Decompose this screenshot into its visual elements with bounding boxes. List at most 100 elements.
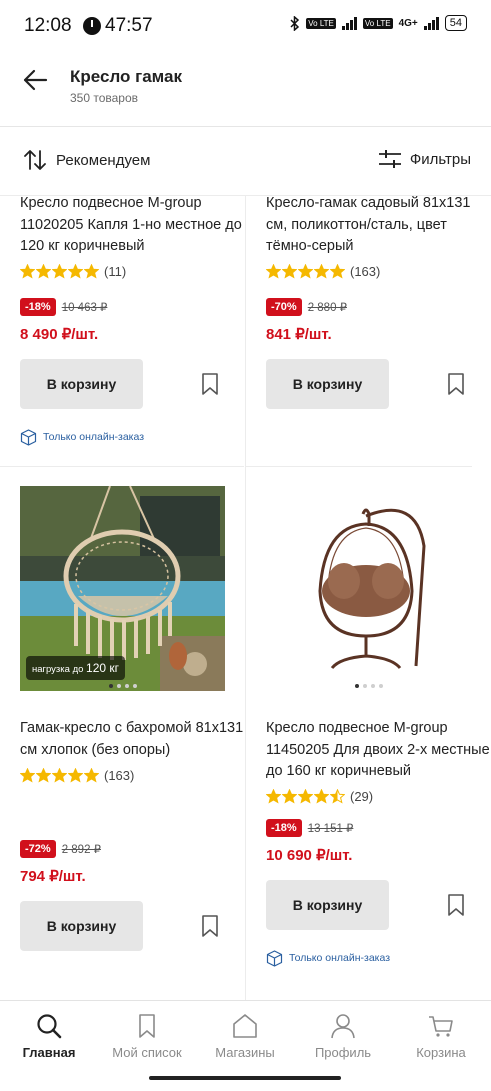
price-unit: ₽/шт.: [49, 868, 86, 885]
price-value: 10 690: [266, 846, 312, 864]
star-icon: [266, 789, 281, 804]
add-to-cart-button[interactable]: В корзину: [20, 901, 143, 951]
bookmark-icon[interactable]: [201, 914, 219, 938]
signal-icon-1: [341, 16, 357, 30]
pager-dot-active: [108, 684, 113, 688]
load-capacity-value: 120 кг: [86, 661, 120, 675]
product-card[interactable]: Кресло-гамак садовый 81x131 см, поликотт…: [266, 193, 491, 409]
price-unit: ₽/шт.: [316, 846, 353, 864]
store-icon: [233, 1014, 257, 1038]
old-price: 2 892 ₽: [61, 844, 101, 856]
cart-icon: [429, 1016, 453, 1037]
nav-label-cart: Корзина: [416, 1045, 466, 1060]
volte-chip-1: Vo LTE: [306, 17, 336, 29]
nav-item-cart[interactable]: Корзина: [396, 1013, 486, 1060]
sort-filter-bar: Рекомендуем Фильтры: [0, 127, 491, 196]
image-pager-dots[interactable]: [20, 684, 225, 688]
product-card[interactable]: нагрузка до 120 кг Гамак-кресло с бахром…: [20, 486, 246, 951]
product-rating: (11): [20, 264, 246, 280]
product-image[interactable]: нагрузка до 120 кг: [20, 486, 225, 691]
rating-count: (29): [350, 789, 374, 804]
rating-stars: [266, 264, 345, 279]
profile-icon: [331, 1014, 355, 1039]
rating-stars: [20, 767, 99, 783]
home-indicator: [149, 1076, 341, 1080]
bookmark-icon[interactable]: [447, 893, 465, 917]
star-icon: [330, 789, 345, 804]
status-timer-value: 47:57: [105, 15, 153, 36]
cart-row: В корзину: [266, 358, 471, 409]
discount-badge: -18%: [20, 297, 56, 316]
pager-dot: [378, 684, 383, 688]
rating-count: (163): [104, 767, 135, 783]
battery-icon: 54: [444, 15, 467, 31]
filter-button[interactable]: Фильтры: [378, 149, 471, 169]
online-only-note: Только онлайн-заказ: [20, 428, 246, 446]
rating-count: (163): [350, 264, 381, 279]
product-name[interactable]: Кресло подвесное M-group 11020205 Капля …: [20, 193, 246, 258]
product-name[interactable]: Гамак-кресло с бахромой 81x131 см хлопок…: [20, 718, 246, 761]
old-price: 13 151 ₽: [307, 822, 354, 835]
old-price: 2 880 ₽: [307, 301, 347, 314]
product-card[interactable]: Кресло подвесное M-group 11450205 Для дв…: [266, 486, 491, 967]
star-icon: [52, 767, 67, 783]
rating-stars: [20, 264, 99, 279]
star-icon: [20, 264, 35, 279]
star-icon: [68, 767, 83, 783]
sort-button[interactable]: Рекомендуем: [24, 149, 150, 171]
hanging-egg-chair-photo: [266, 486, 471, 691]
status-timer: 47:57: [83, 15, 153, 37]
nav-item-home[interactable]: Главная: [4, 1013, 94, 1060]
product-rating: (163): [20, 767, 246, 783]
load-capacity-prefix: нагрузка до: [32, 664, 84, 675]
product-name[interactable]: Кресло-гамак садовый 81x131 см, поликотт…: [266, 193, 491, 258]
product-count: 350 товаров: [70, 91, 139, 105]
nav-label-home: Главная: [22, 1045, 76, 1060]
product-image[interactable]: [266, 486, 471, 691]
grid-divider-horizontal-left: [0, 466, 244, 467]
current-price: 841 ₽/шт.: [266, 325, 491, 343]
rating-count: (11): [104, 264, 127, 279]
star-icon: [52, 264, 67, 279]
nav-item-stores[interactable]: Магазины: [200, 1013, 290, 1060]
add-to-cart-button[interactable]: В корзину: [266, 358, 389, 409]
bookmark-icon[interactable]: [201, 372, 219, 396]
nav-label-stores: Магазины: [215, 1045, 275, 1060]
product-card[interactable]: Кресло подвесное M-group 11020205 Капля …: [20, 193, 246, 446]
timer-icon: [83, 17, 101, 35]
current-price: 8 490 ₽/шт.: [20, 325, 246, 343]
status-right: Vo LTE Vo LTE 4G+ 54: [290, 15, 467, 31]
bookmark-icon[interactable]: [447, 372, 465, 396]
price-value: 841: [266, 325, 292, 343]
old-price: 10 463 ₽: [61, 301, 108, 314]
price-value: 794: [20, 868, 46, 885]
star-icon: [84, 767, 99, 783]
bookmark-icon: [139, 1014, 155, 1038]
box-icon: [266, 949, 283, 967]
star-icon: [68, 264, 83, 279]
pager-dot: [124, 684, 129, 688]
cart-row: В корзину: [266, 879, 471, 930]
star-icon: [314, 264, 329, 279]
price-row: -72% 2 892 ₽: [20, 840, 246, 858]
pager-dot: [370, 684, 375, 688]
image-pager-dots[interactable]: [266, 684, 471, 688]
product-name[interactable]: Кресло подвесное M-group 11450205 Для дв…: [266, 718, 491, 783]
star-icon: [36, 767, 51, 783]
nav-label-profile: Профиль: [314, 1045, 372, 1060]
price-row: -70% 2 880 ₽: [266, 297, 491, 316]
nav-item-my-list[interactable]: Мой список: [102, 1013, 192, 1060]
add-to-cart-button[interactable]: В корзину: [20, 358, 143, 409]
price-unit: ₽/шт.: [61, 325, 99, 343]
load-capacity-badge: нагрузка до 120 кг: [26, 656, 126, 680]
filter-label: Фильтры: [409, 150, 471, 168]
price-unit: ₽/шт.: [295, 325, 332, 343]
back-arrow-icon[interactable]: [22, 68, 48, 92]
add-to-cart-button[interactable]: В корзину: [266, 879, 389, 930]
product-rating: (163): [266, 264, 491, 280]
pager-dot: [116, 684, 121, 688]
discount-badge: -72%: [20, 840, 56, 858]
box-icon: [20, 428, 37, 446]
nav-item-profile[interactable]: Профиль: [298, 1013, 388, 1060]
grid-divider-horizontal-right: [246, 466, 472, 467]
